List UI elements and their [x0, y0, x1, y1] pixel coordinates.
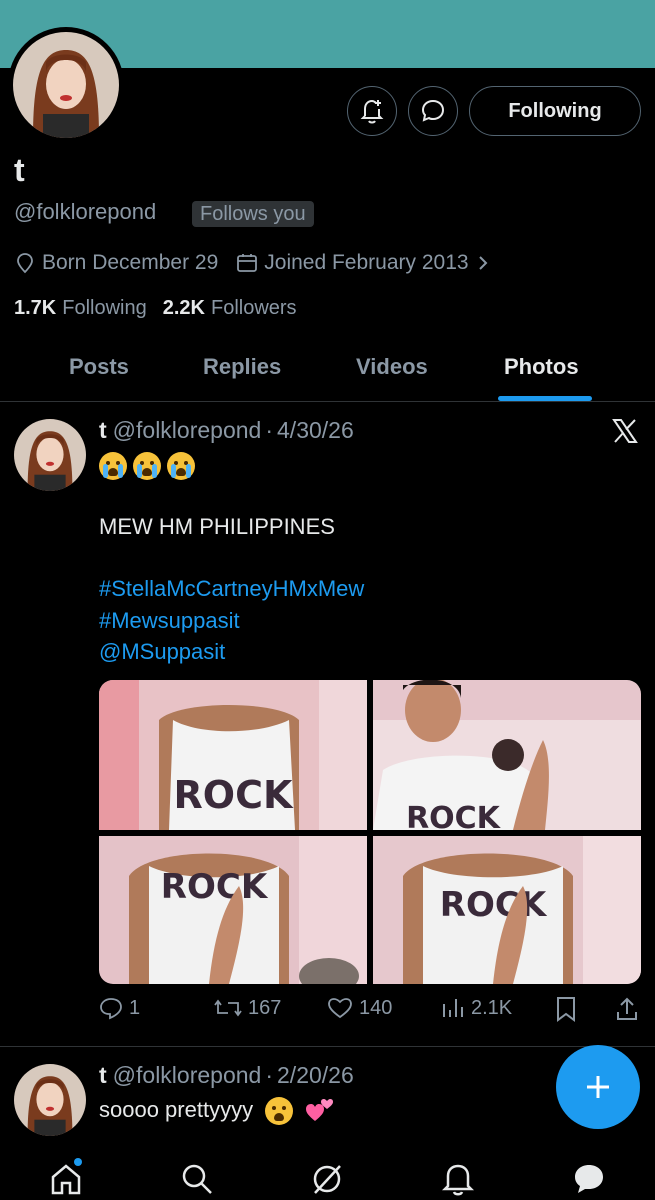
tab-replies[interactable]: Replies — [203, 354, 281, 380]
photo-grid: ROCK ROCK ROCK ROCK — [99, 680, 641, 984]
like-button[interactable]: 140 — [327, 996, 392, 1020]
svg-text:ROCK: ROCK — [161, 867, 269, 907]
hashtag-link[interactable]: #StellaMcCartneyHMxMew — [99, 573, 364, 605]
notify-button[interactable] — [347, 86, 397, 136]
post-date[interactable]: 2/20/26 — [277, 1062, 354, 1088]
bell-plus-icon — [360, 99, 384, 124]
photo-3[interactable]: ROCK — [99, 836, 367, 984]
followers-count[interactable]: 2.2K Followers — [163, 297, 297, 320]
nav-notifications[interactable] — [441, 1162, 475, 1200]
bookmark-icon — [557, 997, 575, 1022]
post-avatar[interactable] — [14, 419, 86, 491]
post-header: t @folklorepond · 4/30/26 — [99, 417, 354, 444]
follow-counts: 1.7K Following 2.2K Followers — [14, 297, 313, 320]
views-button[interactable]: 2.1K — [441, 996, 512, 1020]
tab-videos[interactable]: Videos — [356, 354, 428, 380]
like-icon — [328, 998, 352, 1019]
post-date[interactable]: 4/30/26 — [277, 417, 354, 443]
bookmark-button[interactable] — [555, 996, 577, 1022]
message-button[interactable] — [408, 86, 458, 136]
post-divider — [0, 1046, 655, 1047]
reply-button[interactable]: 1 — [99, 996, 140, 1020]
photo-2[interactable]: ROCK — [373, 680, 641, 830]
nav-grok[interactable] — [310, 1162, 344, 1200]
reply-icon — [100, 998, 122, 1020]
tab-posts[interactable]: Posts — [69, 354, 129, 380]
following-count[interactable]: 1.7K Following — [14, 297, 147, 320]
notifications-icon — [441, 1164, 475, 1196]
compose-button[interactable] — [556, 1045, 640, 1129]
crying-emoji-icon — [99, 452, 127, 481]
crying-emoji-icon — [167, 452, 195, 481]
joined-date[interactable]: Joined February 2013 — [236, 251, 496, 275]
post-author-handle[interactable]: @folklorepond — [113, 417, 262, 443]
profile-tabs: Posts Replies Videos Photos — [0, 340, 655, 402]
weary-emoji-icon — [265, 1097, 294, 1126]
repost-count: 167 — [248, 996, 282, 1019]
home-icon — [51, 1164, 81, 1195]
svg-text:ROCK: ROCK — [406, 801, 502, 830]
reply-count: 1 — [129, 996, 141, 1019]
post-text-line: soooo prettyyyy — [99, 1094, 335, 1126]
views-icon — [443, 999, 463, 1017]
bottom-nav — [0, 1150, 655, 1200]
search-icon — [182, 1164, 212, 1194]
share-icon — [617, 997, 637, 1020]
mention-link[interactable]: @MSuppasit — [99, 636, 225, 668]
post-avatar[interactable] — [14, 1064, 86, 1136]
follows-you-badge: Follows you — [192, 201, 314, 227]
photo-4[interactable]: ROCK — [373, 836, 641, 984]
hashtag-link[interactable]: #Mewsuppasit — [99, 605, 240, 637]
like-count: 140 — [359, 996, 393, 1019]
home-notification-dot — [74, 1158, 82, 1166]
repost-icon — [214, 999, 242, 1017]
repost-button[interactable]: 167 — [214, 996, 281, 1020]
nav-search[interactable] — [180, 1162, 214, 1200]
profile-handle: @folklorepond — [14, 199, 157, 224]
post-header: t @folklorepond · 2/20/26 — [99, 1062, 354, 1089]
nav-messages[interactable] — [572, 1162, 606, 1200]
nav-home[interactable] — [49, 1162, 83, 1200]
svg-text:ROCK: ROCK — [440, 885, 548, 925]
two-hearts-icon — [306, 1099, 334, 1122]
post-author-name[interactable]: t — [99, 1062, 107, 1088]
plus-icon — [587, 1076, 609, 1098]
post-author-handle[interactable]: @folklorepond — [113, 1062, 262, 1088]
tab-photos[interactable]: Photos — [504, 354, 579, 380]
grok-icon — [313, 1165, 341, 1194]
x-logo-icon[interactable] — [612, 419, 638, 443]
profile-avatar[interactable] — [8, 27, 124, 143]
born-text: Born December 29 — [42, 251, 219, 274]
photo-1[interactable]: ROCK — [99, 680, 367, 830]
chevron-right-icon — [478, 256, 487, 270]
crying-emojis — [99, 449, 201, 481]
location-icon — [17, 253, 33, 274]
shirt-text: ROCK — [174, 773, 294, 817]
calendar-icon — [237, 254, 258, 272]
views-count: 2.1K — [471, 996, 513, 1019]
post-author-name[interactable]: t — [99, 417, 107, 443]
birthday: Born December 29 — [14, 251, 218, 275]
separator: · — [265, 417, 274, 443]
following-button[interactable]: Following — [469, 86, 641, 136]
joined-text: Joined February 2013 — [264, 251, 469, 274]
profile-name: t — [14, 152, 25, 188]
active-tab-indicator — [498, 396, 592, 401]
share-button[interactable] — [615, 996, 639, 1022]
messages-icon — [575, 1165, 603, 1193]
post-actions: 1 167 140 2.1K — [99, 996, 641, 1026]
message-icon — [421, 99, 445, 122]
profile-meta: Born December 29 Joined February 2013 — [14, 251, 515, 275]
crying-emoji-icon — [133, 452, 161, 481]
separator: · — [265, 1062, 274, 1088]
post-text-line: MEW HM PHILIPPINES — [99, 514, 335, 539]
